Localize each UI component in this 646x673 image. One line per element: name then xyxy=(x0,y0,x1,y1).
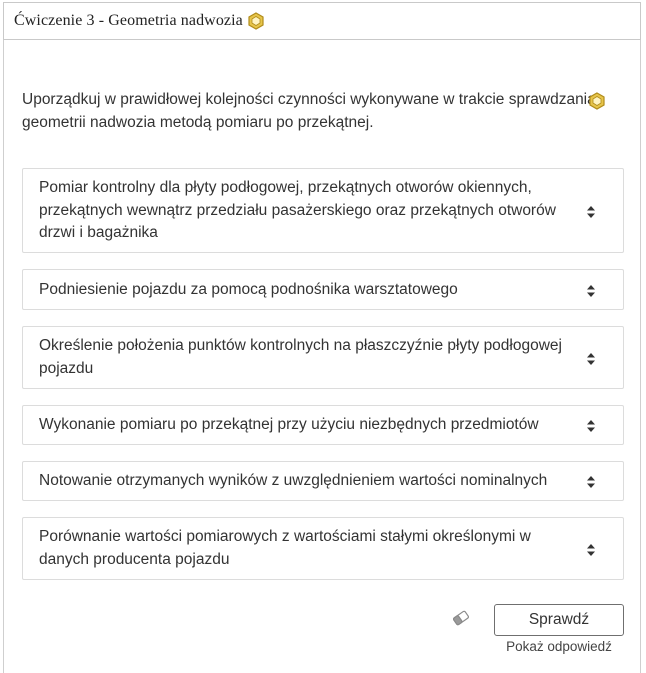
sortable-item-label: Wykonanie pomiaru po przekątnej przy uży… xyxy=(39,416,539,433)
hexagon-badge-icon xyxy=(589,92,605,110)
question-instruction: Uporządkuj w prawidłowej kolejności czyn… xyxy=(22,91,596,131)
sortable-item-label: Pomiar kontrolny dla płyty podłogowej, p… xyxy=(39,179,556,241)
sortable-item-label: Określenie położenia punktów kontrolnych… xyxy=(39,337,562,377)
sort-arrows-icon[interactable] xyxy=(587,353,595,365)
sortable-item[interactable]: Pomiar kontrolny dla płyty podłogowej, p… xyxy=(22,168,624,253)
sort-arrows-icon[interactable] xyxy=(587,544,595,556)
sort-arrows-icon[interactable] xyxy=(587,476,595,488)
sortable-item[interactable]: Porównanie wartości pomiarowych z wartoś… xyxy=(22,517,624,580)
sort-arrows-icon[interactable] xyxy=(587,206,595,218)
eraser-icon[interactable] xyxy=(451,609,471,627)
hexagon-badge-icon xyxy=(248,12,264,30)
sort-arrows-icon[interactable] xyxy=(587,420,595,432)
sortable-item[interactable]: Podniesienie pojazdu za pomocą podnośnik… xyxy=(22,269,624,310)
sortable-item[interactable]: Wykonanie pomiaru po przekątnej przy uży… xyxy=(22,405,624,445)
sortable-item-label: Porównanie wartości pomiarowych z wartoś… xyxy=(39,528,531,568)
sortable-item[interactable]: Określenie położenia punktów kontrolnych… xyxy=(22,326,624,389)
check-button[interactable]: Sprawdź xyxy=(494,604,624,636)
exercise-title: Ćwiczenie 3 - Geometria nadwozia xyxy=(14,12,243,29)
sortable-item[interactable]: Notowanie otrzymanych wyników z uwzględn… xyxy=(22,461,624,501)
show-answer-link[interactable]: Pokaż odpowiedź xyxy=(494,639,624,654)
exercise-header: Ćwiczenie 3 - Geometria nadwozia xyxy=(3,2,641,40)
sortable-item-label: Notowanie otrzymanych wyników z uwzględn… xyxy=(39,472,548,489)
sort-arrows-icon[interactable] xyxy=(587,285,595,297)
sortable-item-label: Podniesienie pojazdu za pomocą podnośnik… xyxy=(39,281,458,298)
